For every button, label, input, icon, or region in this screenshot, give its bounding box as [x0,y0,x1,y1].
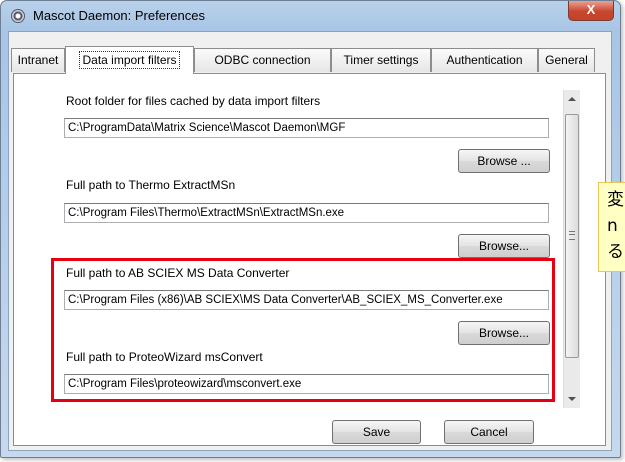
proteowizard-path-field[interactable]: C:\Program Files\proteowizard\msconvert.… [64,374,549,394]
absciex-path-field[interactable]: C:\Program Files (x86)\AB SCIEX\MS Data … [64,290,549,310]
tab-intranet[interactable]: Intranet [11,48,65,72]
absciex-label: Full path to AB SCIEX MS Data Converter [66,266,290,280]
title-bar[interactable]: Mascot Daemon: Preferences X [1,1,620,31]
proteowizard-label: Full path to ProteoWizard msConvert [66,350,263,364]
browse-absciex-button[interactable]: Browse... [458,321,550,345]
tab-timer-settings[interactable]: Timer settings [331,48,431,72]
tab-odbc-connection[interactable]: ODBC connection [194,48,331,72]
note-line-3: る [607,242,624,262]
tab-data-import-filters[interactable]: Data import filters [65,46,194,74]
root-folder-label: Root folder for files cached by data imp… [66,94,321,108]
close-button[interactable]: X [568,1,614,21]
callout-note: 変 n る [598,182,625,272]
browse-thermo-button[interactable]: Browse... [458,234,550,258]
tab-authentication[interactable]: Authentication [431,48,538,72]
thermo-path-field[interactable]: C:\Program Files\Thermo\ExtractMSn\Extra… [64,203,549,223]
save-button[interactable]: Save [332,420,421,444]
cancel-button[interactable]: Cancel [444,420,534,444]
thumb-grip-icon [569,231,575,240]
scrollbar-thumb[interactable] [565,114,579,358]
app-icon [11,9,25,23]
note-line-1: 変 [607,190,624,210]
window-title: Mascot Daemon: Preferences [33,8,205,23]
note-line-2: n [607,216,618,236]
vertical-scrollbar[interactable] [563,90,580,408]
tab-general[interactable]: General [538,48,595,72]
tab-data-import-filters-label: Data import filters [79,51,180,69]
scroll-up-arrow-icon[interactable] [568,97,576,101]
browse-root-button[interactable]: Browse ... [458,149,550,173]
root-folder-field[interactable]: C:\ProgramData\Matrix Science\Mascot Dae… [64,118,549,138]
scroll-down-arrow-icon[interactable] [568,397,576,401]
thermo-label: Full path to Thermo ExtractMSn [66,178,236,192]
